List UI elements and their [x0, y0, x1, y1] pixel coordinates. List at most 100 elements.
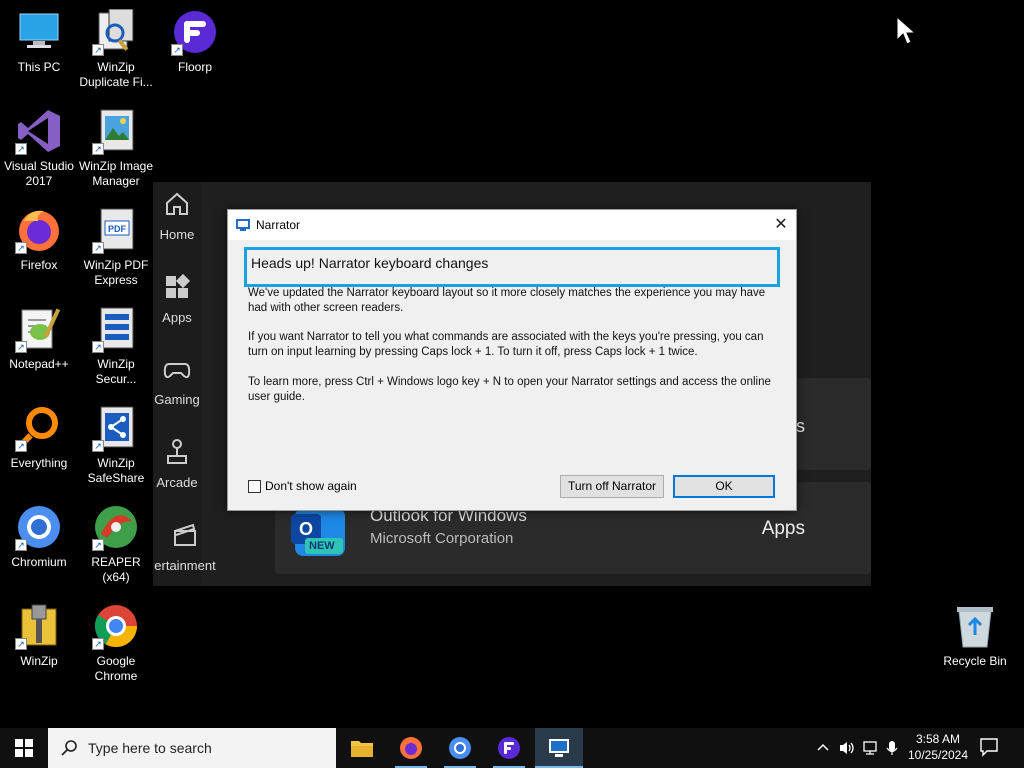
heading-focus-box: Heads up! Narrator keyboard changes	[244, 247, 780, 287]
desktop-icon-reaper[interactable]: ↗ REAPER (x64)	[77, 503, 155, 585]
computer-icon	[15, 8, 63, 56]
desktop-icon-winzip-safeshare[interactable]: ↗ WinZip SafeShare	[77, 404, 155, 486]
nav-label: Apps	[162, 310, 192, 325]
desktop-icon-firefox[interactable]: ↗ Firefox	[0, 206, 78, 273]
desktop-icon-label: Everything	[10, 456, 68, 470]
winzip-secure-icon: ↗	[92, 305, 140, 353]
dont-show-again-checkbox[interactable]: Don't show again	[248, 479, 357, 493]
recycle-bin-icon	[951, 602, 999, 650]
nav-label: ertainment	[154, 558, 216, 573]
dialog-paragraph: If you want Narrator to tell you what co…	[248, 331, 764, 358]
firefox-icon	[400, 737, 422, 759]
apps-icon	[166, 273, 191, 298]
winzip-icon: ↗	[15, 602, 63, 650]
nav-label: Gaming	[154, 392, 200, 407]
turn-off-narrator-button[interactable]: Turn off Narrator	[560, 475, 664, 498]
card-text-fragment: s	[796, 416, 805, 436]
taskbar-floorp[interactable]	[485, 728, 533, 768]
taskbar-firefox[interactable]	[387, 728, 435, 768]
desktop-icon-notepadpp[interactable]: ↗ Notepad++	[0, 305, 78, 372]
desktop-icon-label: Notepad++	[9, 357, 69, 371]
nav-label: Arcade	[156, 475, 198, 490]
search-placeholder: Type here to search	[88, 740, 212, 756]
app-kind: Apps	[761, 518, 805, 539]
desktop-icon-label: Recycle Bin	[943, 654, 1007, 668]
desktop-icon-chromium[interactable]: ↗ Chromium	[0, 503, 78, 570]
desktop-icon-label: Chromium	[11, 555, 67, 569]
nav-item-home[interactable]: Home	[153, 190, 201, 242]
nav-item-apps[interactable]: Apps	[153, 273, 201, 325]
store-nav: Home Apps Gaming Arcade ertainment	[153, 182, 216, 586]
narrator-icon	[236, 219, 250, 231]
taskbar-narrator[interactable]	[535, 728, 583, 768]
narrator-icon	[549, 739, 569, 757]
chevron-up-icon[interactable]	[816, 740, 830, 757]
desktop-icon-winzip-pdf[interactable]: PDF ↗ WinZip PDF Express	[77, 206, 155, 288]
checkbox-box[interactable]	[248, 479, 261, 493]
taskbar: Type here to search 3:58 AM 10/25/2024	[0, 728, 1024, 768]
everything-icon: ↗	[15, 404, 63, 452]
desktop-icon-label: Visual Studio 2017	[4, 159, 74, 188]
chrome-icon: ↗	[92, 602, 140, 650]
close-icon[interactable]: ✕	[766, 210, 796, 240]
desktop-icon-label: Google Chrome	[94, 654, 138, 683]
file-explorer-icon	[351, 741, 373, 757]
desktop-icon-everything[interactable]: ↗ Everything	[0, 404, 78, 471]
dialog-title: Narrator	[256, 218, 301, 232]
home-icon	[166, 192, 188, 215]
clock-time: 3:58 AM	[915, 732, 961, 746]
outlook-icon: O NEW	[289, 504, 349, 560]
chromium-icon: ↗	[15, 503, 63, 551]
speaker-icon[interactable]	[838, 740, 856, 759]
clock-date: 10/25/2024	[907, 748, 969, 762]
desktop-icon-label: WinZip PDF Express	[83, 258, 149, 287]
taskbar-chromium[interactable]	[436, 728, 484, 768]
ok-button[interactable]: OK	[673, 475, 775, 498]
joystick-icon	[167, 439, 187, 464]
desktop-icon-recycle-bin[interactable]: Recycle Bin	[936, 602, 1014, 669]
desktop-icon-label: REAPER (x64)	[91, 555, 141, 584]
taskbar-clock[interactable]: 3:58 AM 10/25/2024	[906, 731, 970, 763]
mouse-cursor-icon	[896, 16, 916, 45]
desktop-icon-winzip[interactable]: ↗ WinZip	[0, 602, 78, 669]
floorp-icon	[498, 737, 520, 759]
network-icon[interactable]	[862, 740, 880, 759]
desktop-icon-label: Floorp	[177, 60, 212, 74]
taskbar-file-explorer[interactable]	[338, 728, 386, 768]
desktop-icon-this-pc[interactable]: This PC	[0, 8, 78, 75]
winzip-image-icon: ↗	[92, 107, 140, 155]
desktop-icon-label: Firefox	[20, 258, 58, 272]
nav-label: Home	[159, 227, 195, 242]
desktop-icon-winzip-secure[interactable]: ↗ WinZip Secur...	[77, 305, 155, 387]
dialog-paragraph: We've updated the Narrator keyboard layo…	[248, 287, 766, 314]
reaper-icon: ↗	[92, 503, 140, 551]
nav-item-gaming[interactable]: Gaming	[153, 355, 201, 407]
desktop-icon-visual-studio[interactable]: ↗ Visual Studio 2017	[0, 107, 78, 189]
desktop-icon-winzip-duplicate[interactable]: ↗ WinZip Duplicate Fi...	[77, 8, 155, 90]
checkbox-label: Don't show again	[265, 479, 357, 493]
desktop-icon-label: WinZip SafeShare	[87, 456, 145, 485]
desktop-icon-google-chrome[interactable]: ↗ Google Chrome	[77, 602, 155, 684]
narrator-dialog: Narrator ✕ Heads up! Narrator keyboard c…	[227, 209, 797, 511]
microphone-icon[interactable]	[886, 740, 898, 759]
visual-studio-icon: ↗	[15, 107, 63, 155]
start-button[interactable]	[0, 728, 48, 768]
windows-logo-icon	[15, 739, 33, 757]
dialog-paragraph: To learn more, press Ctrl + Windows logo…	[248, 376, 771, 403]
nav-item-entertainment[interactable]: ertainment	[149, 521, 221, 573]
desktop-icon-label: This PC	[17, 60, 61, 74]
dialog-titlebar[interactable]: Narrator ✕	[228, 210, 796, 240]
desktop-icon-label: WinZip	[20, 654, 58, 668]
desktop-icon-label: WinZip Duplicate Fi...	[79, 60, 153, 89]
nav-item-arcade[interactable]: Arcade	[153, 438, 201, 490]
svg-text:O: O	[299, 519, 313, 539]
notification-icon[interactable]	[978, 736, 1004, 760]
taskbar-search-box[interactable]: Type here to search	[48, 728, 336, 768]
desktop-icon-label: WinZip Secur...	[95, 357, 137, 386]
desktop-icon-floorp[interactable]: ↗ Floorp	[156, 8, 234, 75]
winzip-duplicate-icon: ↗	[92, 8, 140, 56]
desktop-icon-winzip-image[interactable]: ↗ WinZip Image Manager	[77, 107, 155, 189]
svg-text:PDF: PDF	[108, 224, 127, 234]
gamepad-icon	[163, 363, 191, 379]
floorp-icon: ↗	[171, 8, 219, 56]
